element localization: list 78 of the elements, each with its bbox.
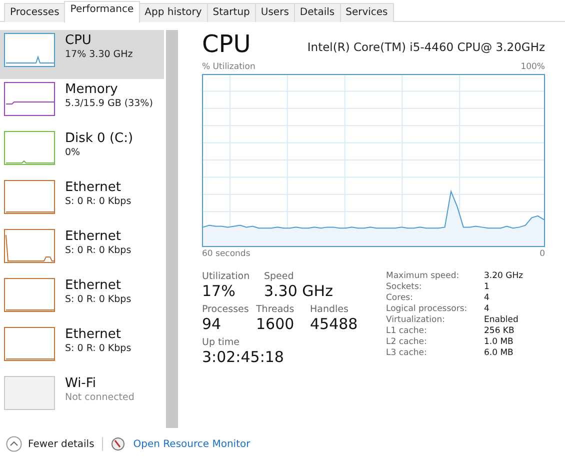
chevron-up-icon [6,436,22,452]
device-name: Memory [65,82,119,97]
device-detail: Not connected [65,392,134,403]
axis-label: 0 [540,249,545,259]
sidebar-item[interactable]: Ethernet S: 0 R: 0 Kbps [0,226,164,275]
device-name: Disk 0 (C:) [65,131,134,146]
graph-thumbnail [4,33,55,67]
tab[interactable]: Users [254,3,295,22]
tab[interactable]: Startup [206,3,256,22]
sidebar-item[interactable]: Disk 0 (C:) 0% [0,128,164,177]
device-detail: S: 0 R: 0 Kbps [65,343,132,354]
spec-value: 6.0 MB [484,348,514,358]
stat-label: Speed [264,271,294,282]
graph-thumbnail [4,327,55,361]
fewer-details-button[interactable]: Fewer details [6,436,94,452]
tab[interactable]: Details [294,3,341,22]
tab[interactable]: Processes [4,3,66,22]
stat-label: Threads [256,304,294,315]
graph-thumbnail [4,82,55,116]
axis-label: % Utilization [202,62,256,72]
spec-value: Enabled [484,315,520,325]
stat-value: 94 [202,315,222,334]
spec-label: Sockets: [386,282,423,292]
device-detail: 5.3/15.9 GB (33%) [65,98,153,109]
gauge-icon [111,437,126,451]
device-name: Ethernet [65,327,122,342]
tab[interactable]: App history [138,3,208,22]
spec-label: Maximum speed: [386,271,460,281]
sidebar-item[interactable]: Ethernet S: 0 R: 0 Kbps [0,324,164,373]
sidebar-item[interactable]: Memory 5.3/15.9 GB (33%) [0,79,164,128]
tab[interactable]: Services [340,3,394,22]
spec-value: 1 [484,282,490,292]
stat-label: Processes [202,304,249,315]
stat-value: 1600 [256,315,294,334]
sidebar-item[interactable]: CPU 17% 3.30 GHz [0,30,164,79]
graph-thumbnail [4,180,55,214]
graph-thumbnail [4,278,55,312]
spec-label: L1 cache: [386,326,428,336]
device-name: Ethernet [65,229,122,244]
stat-value: 3:02:45:18 [202,348,284,367]
device-detail: 17% 3.30 GHz [65,49,133,60]
scrollbar[interactable] [166,30,178,428]
sidebar-item[interactable]: Ethernet S: 0 R: 0 Kbps [0,275,164,324]
device-detail: S: 0 R: 0 Kbps [65,245,132,256]
stat-label: Up time [202,337,240,348]
sidebar-item[interactable]: Wi-Fi Not connected [0,373,164,422]
graph-thumbnail [4,131,55,165]
spec-label: L3 cache: [386,348,428,358]
device-detail: S: 0 R: 0 Kbps [65,196,132,207]
spec-value: 256 KB [484,326,516,336]
spec-label: L2 cache: [386,337,428,347]
stat-label: Handles [310,304,348,315]
stat-value: 3.30 GHz [264,282,333,301]
spec-value: 1.0 MB [484,337,514,347]
device-name: CPU [65,33,92,48]
spec-label: Cores: [386,293,414,303]
device-detail: S: 0 R: 0 Kbps [65,294,132,305]
sidebar-item[interactable]: Ethernet S: 0 R: 0 Kbps [0,177,164,226]
spec-value: 4 [484,293,490,303]
stat-value: 17% [202,282,236,301]
device-name: Wi-Fi [65,376,98,391]
graph-thumbnail [4,376,55,410]
spec-label: Logical processors: [386,304,468,314]
resource-monitor-link[interactable]: Open Resource Monitor [133,438,250,450]
tab[interactable]: Performance [64,1,140,23]
graph-thumbnail [4,229,55,263]
cpu-model: Intel(R) Core(TM) i5-4460 CPU@ 3.20GHz [307,40,545,54]
stat-value: 45488 [310,315,358,334]
device-detail: 0% [65,147,82,158]
axis-label: 100% [520,62,545,72]
device-name: Ethernet [65,180,122,195]
stat-label: Utilization [202,271,250,282]
spec-label: Virtualization: [386,315,446,325]
axis-label: 60 seconds [202,249,250,259]
panel-title: CPU [202,30,251,58]
device-name: Ethernet [65,278,122,293]
spec-value: 3.20 GHz [484,271,524,281]
spec-value: 4 [484,304,490,314]
